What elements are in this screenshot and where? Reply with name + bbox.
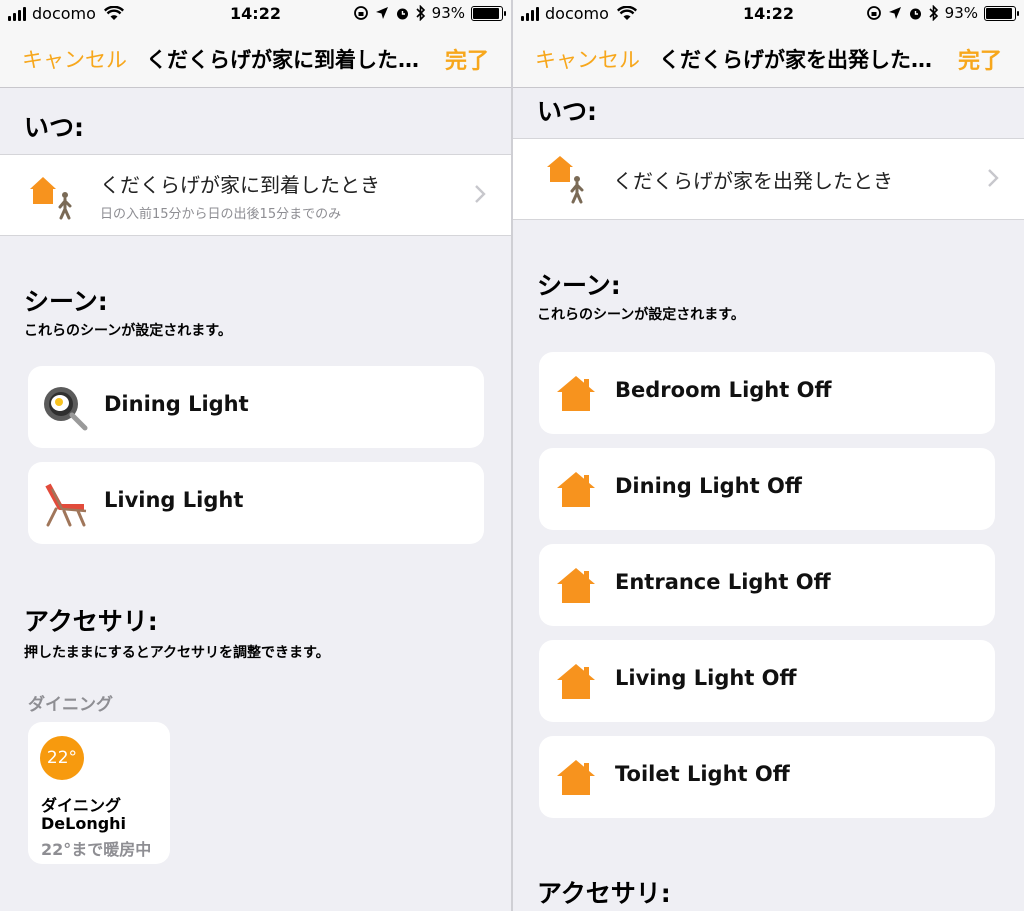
scene-card[interactable]: Bedroom Light Off [539, 352, 995, 434]
chevron-right-icon [988, 169, 999, 187]
alarm-icon [909, 8, 921, 19]
frying-pan-icon [44, 387, 88, 431]
accessories-heading: アクセサリ: [24, 607, 158, 636]
accessories-subtitle: 押したままにするとアクセサリを調整できます。 [24, 645, 330, 661]
trigger-row[interactable]: くだくらげが家を出発したとき [513, 138, 1024, 220]
scenes-subtitle: これらのシーンが設定されます。 [24, 323, 232, 339]
scene-label: Living Light Off [615, 666, 797, 690]
house-icon [557, 664, 595, 699]
status-bar: docomo 14:22 93% [513, 0, 1024, 28]
cancel-button[interactable]: キャンセル [535, 44, 640, 74]
trigger-title: くだくらげが家に到着したとき [100, 173, 380, 197]
house-icon [557, 760, 595, 795]
scene-label: Toilet Light Off [615, 762, 790, 786]
screenshot-composite: docomo 14:22 93% キャンセル くだくらげが家に到着した… 完了 … [0, 0, 1024, 911]
scene-label: Bedroom Light Off [615, 378, 832, 402]
battery-icon [471, 5, 506, 21]
scene-label: Dining Light [104, 392, 249, 416]
chevron-right-icon [475, 185, 486, 203]
scene-card[interactable]: Dining Light [28, 366, 484, 448]
right-screen: docomo 14:22 93% キャンセル くだくらげが家を出発した… 完了 … [513, 0, 1024, 911]
bluetooth-icon [416, 5, 425, 21]
lounge-chair-icon [45, 483, 87, 527]
house-arrive-icon [30, 177, 72, 220]
scene-label: Living Light [104, 488, 244, 512]
house-leave-icon [547, 156, 584, 204]
automation-content: いつ: くだくらげが家に到着したとき 日の入前15分から日の出後15分までのみ … [0, 88, 511, 911]
trigger-row[interactable]: くだくらげが家に到着したとき 日の入前15分から日の出後15分までのみ [0, 154, 511, 236]
scenes-heading: シーン: [24, 287, 108, 316]
left-screen: docomo 14:22 93% キャンセル くだくらげが家に到着した… 完了 … [0, 0, 511, 911]
battery-percent: 93% [431, 4, 465, 22]
scene-card[interactable]: Dining Light Off [539, 448, 995, 530]
location-icon [888, 7, 901, 19]
scene-card[interactable]: Living Light Off [539, 640, 995, 722]
automation-content: いつ: くだくらげが家を出発したとき シーン: これらのシーンが設定されます。 … [513, 88, 1024, 911]
scenes-heading: シーン: [537, 271, 621, 300]
scene-card[interactable]: Toilet Light Off [539, 736, 995, 818]
page-title: くだくらげが家を出発した… [659, 48, 932, 72]
trigger-condition: 日の入前15分から日の出後15分までのみ [100, 207, 342, 222]
battery-icon [984, 5, 1019, 21]
house-icon [557, 568, 595, 603]
alarm-icon [396, 8, 408, 19]
thermostat-icon: 22° [40, 736, 84, 780]
status-bar: docomo 14:22 93% [0, 0, 511, 28]
nav-bar: キャンセル くだくらげが家を出発した… 完了 [513, 28, 1024, 88]
when-heading: いつ: [537, 97, 597, 126]
page-title: くだくらげが家に到着した… [146, 48, 419, 72]
when-heading: いつ: [24, 113, 84, 142]
done-button[interactable]: 完了 [958, 43, 1002, 75]
rotation-lock-icon [866, 6, 881, 20]
accessory-room: ダイニング [41, 796, 122, 815]
done-button[interactable]: 完了 [445, 43, 489, 75]
location-icon [375, 7, 388, 19]
trigger-title: くだくらげが家を出発したとき [613, 169, 893, 193]
rotation-lock-icon [353, 6, 368, 20]
scene-card[interactable]: Living Light [28, 462, 484, 544]
battery-percent: 93% [944, 4, 978, 22]
house-icon [557, 472, 595, 507]
accessory-status: 22°まで暖房中 [41, 840, 152, 859]
nav-bar: キャンセル くだくらげが家に到着した… 完了 [0, 28, 511, 88]
accessory-tile[interactable]: 22° ダイニング DeLonghi 22°まで暖房中 [28, 722, 170, 864]
cancel-button[interactable]: キャンセル [22, 44, 127, 74]
accessory-name: DeLonghi [41, 814, 127, 833]
accessories-heading: アクセサリ: [537, 879, 671, 908]
room-label: ダイニング [28, 695, 113, 715]
scene-label: Entrance Light Off [615, 570, 831, 594]
scene-card[interactable]: Entrance Light Off [539, 544, 995, 626]
bluetooth-icon [929, 5, 938, 21]
scene-label: Dining Light Off [615, 474, 802, 498]
house-icon [557, 376, 595, 411]
scenes-subtitle: これらのシーンが設定されます。 [537, 307, 745, 323]
